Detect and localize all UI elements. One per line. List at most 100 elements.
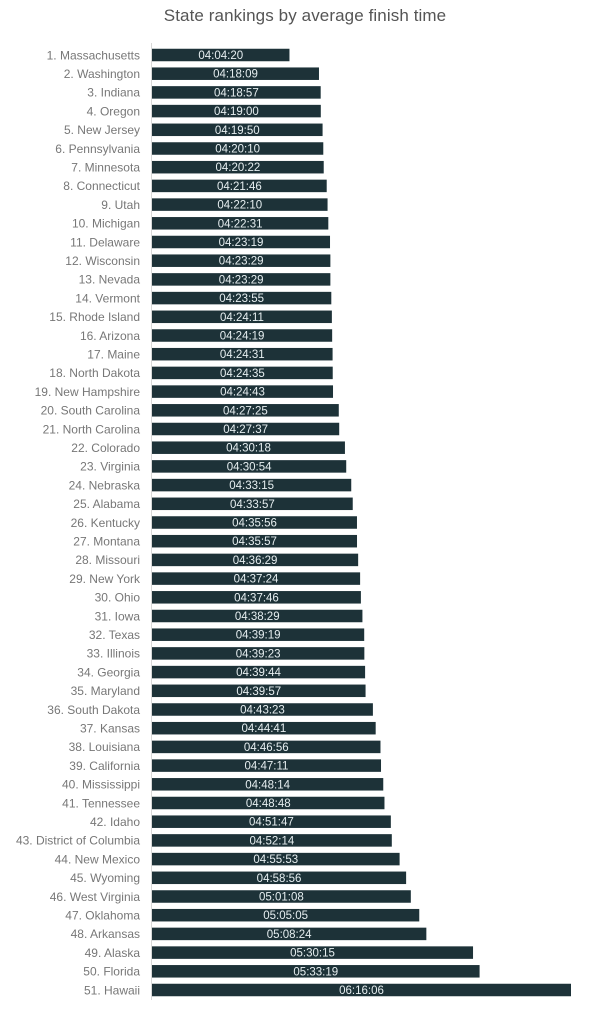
bar-value-label: 04:27:25 [223,405,268,417]
bar-value-label: 04:24:43 [220,387,265,399]
bar-value-label: 05:33:19 [293,966,338,978]
category-label: 21. North Carolina [43,422,141,436]
category-label: 17. Maine [87,348,140,362]
bar-value-label: 04:35:56 [232,518,277,530]
bar-value-label: 04:35:57 [232,536,277,548]
category-label: 42. Idaho [90,815,140,829]
bar-value-label: 04:23:55 [219,293,264,305]
category-label: 12. Wisconsin [65,254,140,268]
category-label: 15. Rhode Island [49,310,140,324]
category-label: 34. Georgia [77,665,140,679]
category-label: 50. Florida [83,965,140,979]
category-label: 22. Colorado [71,441,140,455]
bar-value-label: 04:44:41 [241,723,286,735]
bar-value-label: 05:01:08 [259,892,304,904]
category-label: 8. Connecticut [63,179,140,193]
category-label: 11. Delaware [70,235,140,249]
bar-value-label: 04:27:37 [223,424,268,436]
category-label: 51. Hawaii [84,983,140,997]
bar-value-label: 04:18:57 [214,87,259,99]
category-label: 27. Montana [73,535,140,549]
bar-value-label: 04:39:23 [236,648,281,660]
category-label: 40. Mississippi [62,778,140,792]
category-label: 35. Maryland [71,684,140,698]
bar-value-label: 04:37:46 [234,592,279,604]
category-label: 4. Oregon [87,104,140,118]
category-label: 47. Oklahoma [65,909,140,923]
bar-chart: 1. Massachusetts 04:04:20 2. Washington 04:… [16,43,571,1000]
bar-value-label: 04:48:14 [245,779,290,791]
category-label: 9. Utah [101,198,140,212]
bar-value-label: 04:30:18 [226,443,271,455]
category-label: 20. South Carolina [41,404,141,418]
bar-value-label: 04:37:24 [234,574,279,586]
bar-value-label: 04:47:11 [245,761,289,773]
category-label: 44. New Mexico [55,852,141,866]
bar-value-label: 04:58:56 [257,873,302,885]
category-label: 26. Kentucky [71,516,140,530]
category-label: 48. Arkansas [71,927,140,941]
bar-value-label: 04:48:48 [246,798,291,810]
bar-value-label: 05:30:15 [290,948,335,960]
bar-value-label: 04:39:57 [236,686,281,698]
bar-value-label: 04:04:20 [198,50,243,62]
bar-value-label: 04:39:19 [236,630,281,642]
bar-value-label: 04:38:29 [235,611,280,623]
bar-value-label: 04:24:19 [220,331,265,343]
bar-value-label: 04:19:50 [215,125,260,137]
bar-value-label: 04:46:56 [244,742,289,754]
category-label: 14. Vermont [75,291,140,305]
category-label: 49. Alaska [85,946,141,960]
bar-value-label: 04:23:29 [219,274,264,286]
category-label: 2. Washington [64,67,140,81]
bar-value-label: 04:43:23 [240,705,285,717]
bar-value-label: 04:52:14 [250,835,295,847]
category-label: 32. Texas [89,628,140,642]
bar-value-label: 04:23:29 [219,256,264,268]
bar-value-label: 04:36:29 [233,555,278,567]
category-label: 10. Michigan [72,217,140,231]
bar-value-label: 04:24:35 [220,368,265,380]
bar-value-label: 04:24:31 [220,349,265,361]
bar-value-label: 04:55:53 [253,854,298,866]
bar-value-label: 04:18:09 [213,69,258,81]
category-label: 33. Illinois [87,647,140,661]
category-label: 38. Louisiana [69,740,141,754]
category-label: 29. New York [69,572,141,586]
category-label: 41. Tennessee [62,796,140,810]
category-label: 46. West Virginia [50,890,141,904]
bar-value-label: 04:51:47 [249,817,294,829]
bar-value-label: 04:19:00 [214,106,259,118]
category-label: 43. District of Columbia [16,834,140,848]
category-label: 19. New Hampshire [35,385,141,399]
bar-value-label: 04:20:22 [215,162,260,174]
category-label: 30. Ohio [95,591,141,605]
category-label: 7. Minnesota [71,161,140,175]
category-label: 25. Alabama [73,497,140,511]
bar-value-label: 05:08:24 [267,929,312,941]
category-label: 16. Arizona [80,329,140,343]
bar-value-label: 04:39:44 [236,667,281,679]
category-label: 1. Massachusetts [47,48,140,62]
category-label: 45. Wyoming [70,871,140,885]
category-label: 5. New Jersey [64,123,140,137]
category-label: 37. Kansas [80,722,140,736]
bar-value-label: 04:30:54 [227,461,272,473]
category-label: 6. Pennsylvania [55,142,140,156]
category-label: 23. Virginia [80,460,140,474]
category-label: 3. Indiana [87,86,140,100]
category-label: 24. Nebraska [69,478,141,492]
bar-value-label: 06:16:06 [339,985,384,997]
category-label: 28. Missouri [75,553,140,567]
bar-value-label: 04:33:15 [229,480,274,492]
bar-value-label: 04:20:10 [215,144,260,156]
bar-value-label: 04:22:10 [217,200,262,212]
category-label: 18. North Dakota [49,366,140,380]
bar-value-label: 04:33:57 [230,499,275,511]
bar-value-label: 04:22:31 [218,218,263,230]
bar-value-label: 05:05:05 [263,910,308,922]
bar-value-label: 04:23:19 [219,237,264,249]
bar-value-label: 04:21:46 [217,181,262,193]
category-label: 39. California [69,759,140,773]
category-label: 31. Iowa [95,609,141,623]
